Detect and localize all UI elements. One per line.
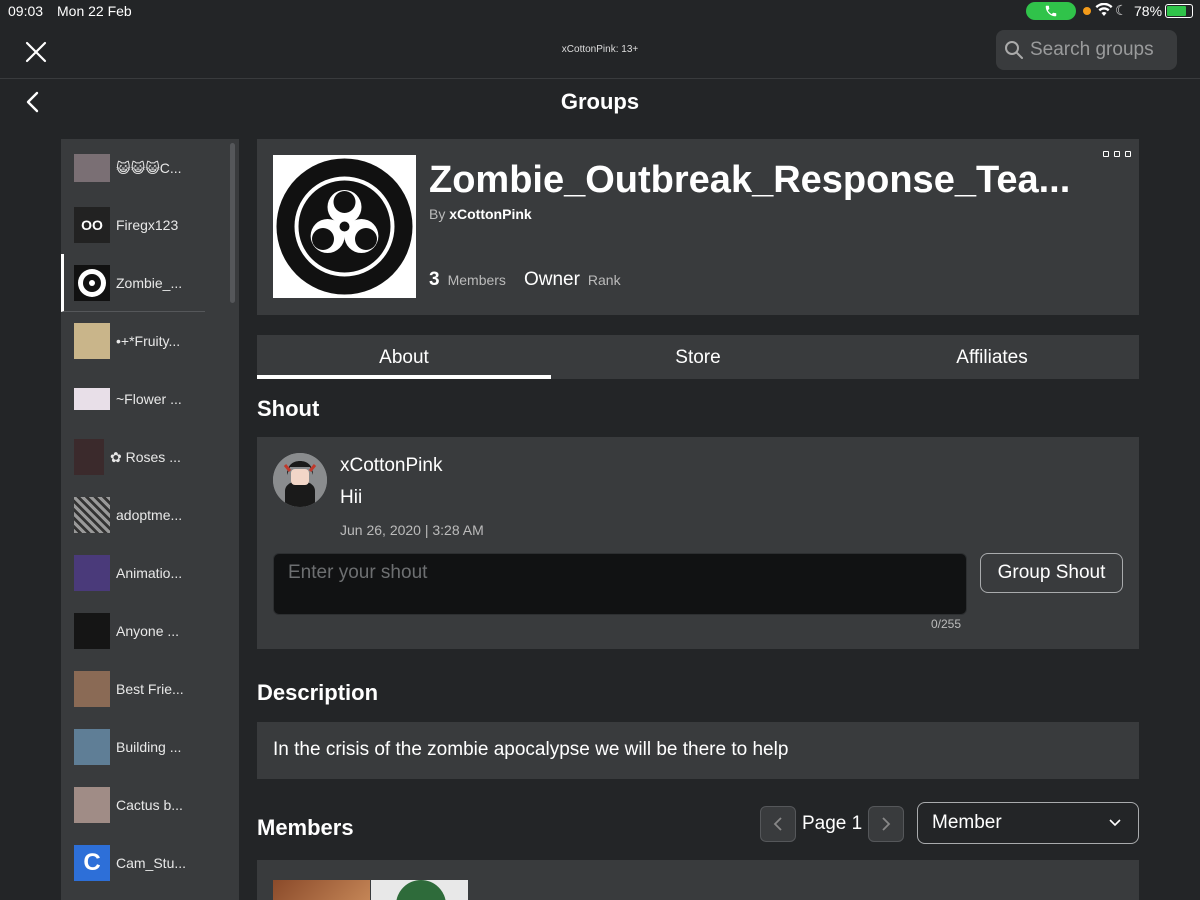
group-list-item-label: Best Frie... [116,681,184,697]
top-bar: xCottonPink: 13+ [0,22,1200,79]
chevron-down-icon [1109,819,1121,827]
group-name: Zombie_Outbreak_Response_Tea... [429,159,1071,201]
group-thumbnail [74,729,110,765]
group-list-item[interactable]: OO Firegx123 [61,196,205,254]
tab-about[interactable]: About [257,335,551,379]
group-emblem [273,155,416,298]
dot-icon [1125,151,1131,157]
tab-affiliates[interactable]: Affiliates [845,335,1139,379]
by-label: By [429,206,446,222]
member-count: 3 [429,269,440,290]
moon-icon: ☾ [1115,2,1128,18]
wifi-icon [1095,2,1113,20]
group-owner-line: By xCottonPink [429,206,532,222]
chevron-left-icon [773,817,782,831]
group-list-item[interactable]: ~Flower ... [61,370,205,428]
group-list: 😺😺😺C... OO Firegx123 Zombie_... •+*Fruit… [61,139,239,900]
biohazard-emblem-icon [273,155,416,298]
member-avatar[interactable] [371,880,468,900]
group-list-item[interactable]: C Cam_Stu... [61,834,205,892]
shout-author[interactable]: xCottonPink [340,455,442,477]
tab-store[interactable]: Store [551,335,845,379]
group-list-item-label: Cactus b... [116,797,183,813]
group-list-item[interactable]: 😺😺😺C... [61,139,205,197]
description-heading: Description [257,680,379,705]
more-options-button[interactable] [1103,151,1131,159]
group-list-item-label: ✿ Roses ... [110,448,181,465]
group-list-item[interactable]: Cactus b... [61,776,205,834]
status-date: Mon 22 Feb [57,3,132,19]
shout-date: Jun 26, 2020 | 3:28 AM [340,522,484,538]
user-rank: Owner [523,269,580,290]
group-header-card: Zombie_Outbreak_Response_Tea... By xCott… [257,139,1139,315]
role-dropdown[interactable]: Member [917,802,1139,844]
group-list-item[interactable]: adoptme... [61,486,205,544]
previous-page-button[interactable] [760,806,796,842]
battery-icon [1165,4,1193,18]
members-pager: Page 1 [760,806,905,842]
group-thumbnail [74,388,110,410]
group-thumbnail [74,497,110,533]
group-list-item-label: Cam_Stu... [116,855,187,871]
role-selected-value: Member [932,812,1002,833]
group-thumbnail [74,671,110,707]
group-list-item-label: Animatio... [116,565,183,581]
chevron-right-icon [882,817,891,831]
group-list-item[interactable]: ✿ Roses ... [61,428,205,486]
privacy-dot-icon [1083,7,1091,15]
group-thumbnail [74,787,110,823]
page-indicator: Page 1 [802,813,863,834]
rank-label: Rank [587,272,621,288]
shout-heading: Shout [257,396,320,421]
group-list-item-label: 😺😺😺C... [116,159,182,176]
group-list-item[interactable]: Anyone ... [61,602,205,660]
group-list-item-label: Firegx123 [116,217,179,233]
avatar[interactable] [273,453,327,507]
group-list-item-label: Building ... [116,739,182,755]
group-owner-link[interactable]: xCottonPink [449,206,531,222]
group-shout-button[interactable]: Group Shout [980,553,1123,593]
member-avatar[interactable] [273,880,370,900]
group-list-item-label: •+*Fruity... [116,333,181,349]
search-icon [1005,41,1023,59]
shout-char-count: 0/255 [931,617,962,631]
shout-input[interactable] [273,553,967,615]
group-thumbnail: C [74,845,110,881]
group-stats: 3 Members Owner Rank [429,269,621,291]
call-indicator-icon[interactable] [1026,2,1076,20]
dot-icon [1114,151,1120,157]
group-list-item[interactable]: Animatio... [61,544,205,602]
search-input[interactable] [1030,39,1170,61]
next-page-button[interactable] [868,806,905,842]
group-thumbnail [74,323,110,359]
members-list [257,860,1139,900]
group-thumbnail [74,264,110,301]
group-list-item-active[interactable]: Zombie_... [61,254,205,312]
group-list-item-label: adoptme... [116,507,183,523]
group-list-item-label: Anyone ... [116,623,180,639]
group-list-item[interactable]: •+*Fruity... [61,312,205,370]
description-text: In the crisis of the zombie apocalypse w… [257,722,1139,779]
group-list-item[interactable]: Building ... [61,718,205,776]
status-time: 09:03 [8,3,44,19]
group-thumbnail: OO [74,207,110,243]
search-box[interactable] [996,30,1177,70]
members-label: Members [447,272,506,288]
status-bar: 09:03 Mon 22 Feb ☾ 78% [0,0,1200,22]
group-list-item[interactable]: Best Frie... [61,660,205,718]
shout-card: xCottonPink Hii Jun 26, 2020 | 3:28 AM 0… [257,437,1139,649]
group-tabs: About Store Affiliates [257,335,1139,379]
group-thumbnail [74,154,110,182]
group-thumbnail [74,439,104,475]
members-heading: Members [257,815,354,840]
dot-icon [1103,151,1109,157]
group-thumbnail [74,555,110,591]
shout-message: Hii [340,487,363,508]
group-thumbnail [74,613,110,649]
battery-percent: 78% [1134,3,1163,19]
group-list-item-label: Zombie_... [116,274,183,291]
group-list-item-label: ~Flower ... [116,391,182,407]
page-title: Groups [560,89,640,114]
